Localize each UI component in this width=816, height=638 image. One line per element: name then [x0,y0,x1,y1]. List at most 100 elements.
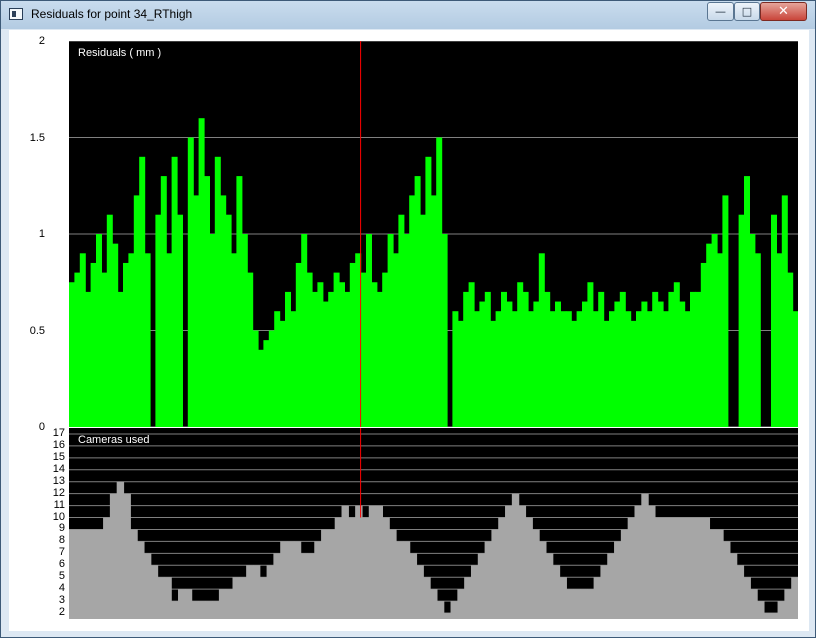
residuals-bar [598,291,605,427]
cameras-bar [498,517,506,619]
close-button[interactable]: ✕ [760,2,807,21]
cameras-bar [750,589,758,619]
residuals-bar [711,234,718,427]
residuals-bar [333,272,340,427]
cameras-bar [614,541,622,619]
residuals-bar [312,291,318,427]
cameras-bar [334,517,343,619]
residuals-bar [139,156,146,427]
cameras-bar [518,505,527,619]
cameras-bar [314,541,322,619]
residuals-window: Residuals for point 34_RThigh — □ ✕ 0 0.5… [0,0,816,638]
residuals-bar [155,214,162,427]
cameras-plot[interactable]: Cameras used [69,428,798,619]
residuals-bar [274,311,281,427]
cameras-bar [634,505,642,619]
residuals-bar [123,262,129,427]
residuals-bar [187,137,194,427]
cameras-bar [96,529,104,619]
cameras-bar [307,553,315,619]
residuals-bar [619,291,626,427]
residuals-bar [436,137,443,427]
cameras-bar [205,601,213,619]
cameras-bar [123,493,131,619]
residuals-bar [722,195,729,427]
residuals-bar [117,291,124,427]
residuals-bar [479,301,486,427]
residuals-bar [490,320,497,427]
residuals-bar [544,291,551,427]
residuals-bar [555,301,561,427]
residuals-tick-label: 0 [38,421,45,433]
cameras-bar [763,613,772,619]
residuals-bar [501,291,507,427]
residuals-bar [463,291,470,427]
residuals-bar [128,253,135,427]
residuals-plot-label: Residuals ( mm ) [78,47,162,59]
residuals-bar [657,301,664,427]
residuals-bar [106,214,113,427]
cameras-bar [239,577,247,619]
residuals-bar [414,176,421,427]
cameras-bar [716,529,724,619]
residuals-bar [101,272,108,427]
cameras-bar [552,565,561,619]
residuals-bar [90,262,97,427]
residuals-bar [706,243,713,427]
cameras-bar [130,529,138,619]
residuals-bar [382,272,389,427]
cameras-bar [348,517,356,619]
cameras-bar [470,565,479,619]
app-window-icon[interactable] [9,8,23,20]
residuals-bar [322,301,329,427]
cameras-bar [736,565,745,619]
cameras-bar [695,517,704,619]
cameras-bar [246,565,254,619]
residuals-plot[interactable]: Residuals ( mm ) [69,41,798,427]
cameras-tick-label: 9 [58,522,65,535]
cameras-bar [430,589,438,619]
cameras-bar [641,493,649,619]
cameras-bar [607,553,615,619]
cameras-bar [682,517,690,619]
cameras-bar [457,589,465,619]
cameras-tick-label: 14 [52,462,65,475]
residuals-bar [457,320,464,427]
residuals-bar [781,195,788,427]
residuals-bar [403,234,410,427]
cameras-bar [321,529,329,619]
residuals-bar [565,311,572,427]
cameras-bar [511,493,520,619]
residuals-bar [630,320,637,427]
cameras-bar [648,505,656,619]
cameras-bar [505,505,513,619]
cameras-bar [757,601,765,619]
residuals-bar [69,282,75,427]
residuals-bar [506,301,513,427]
cameras-tick-label: 3 [58,594,65,607]
residuals-bar [236,176,243,427]
cameras-bar [143,553,152,619]
title-bar[interactable]: Residuals for point 34_RThigh — □ ✕ [1,1,815,29]
window-title: Residuals for point 34_RThigh [31,7,193,21]
cameras-svg [69,428,798,619]
cameras-bar [375,505,383,619]
residuals-bar [241,234,248,427]
residuals-bar [371,282,378,427]
residuals-tick-label: 0.5 [29,324,45,337]
cameras-bar [252,565,261,619]
maximize-button[interactable]: □ [734,2,760,21]
residuals-bar [528,311,534,427]
residuals-bar [684,311,691,427]
residuals-bar [511,311,518,427]
cameras-bar [396,541,404,619]
minimize-button[interactable]: — [707,2,734,21]
residuals-bar [533,301,540,427]
residuals-bar [522,291,529,427]
cameras-bar [464,577,472,619]
residuals-bar [360,272,367,427]
cameras-bar [709,529,717,619]
residuals-bar [587,282,594,427]
residuals-bar [263,340,270,427]
cameras-bar [729,553,738,619]
